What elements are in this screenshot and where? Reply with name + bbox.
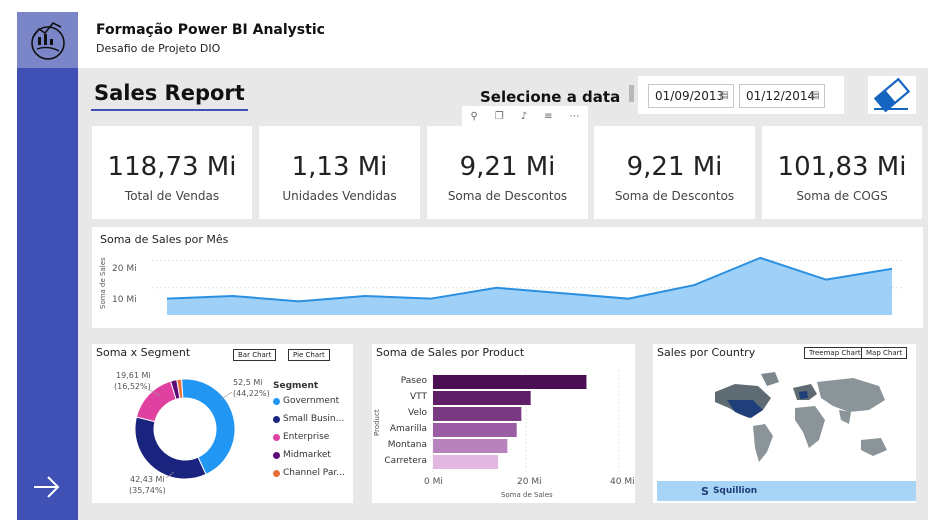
segment-panel[interactable]: Soma x Segment Bar Chart Pie Chart 19,61… bbox=[92, 344, 353, 503]
slicer-handle[interactable] bbox=[629, 85, 634, 102]
bar bbox=[433, 375, 587, 389]
data-label: (44,22%) bbox=[233, 389, 270, 398]
country-panel[interactable]: Sales por Country Treemap Chart Map Char… bbox=[653, 344, 916, 503]
end-date-input[interactable]: 01/12/2014 ▤ bbox=[739, 84, 825, 108]
calendar-icon[interactable]: ▤ bbox=[720, 90, 729, 101]
bar bbox=[433, 455, 499, 469]
bell-icon[interactable]: ♪ bbox=[521, 111, 527, 122]
bar bbox=[433, 391, 531, 405]
legend-item[interactable]: Channel Par... bbox=[273, 468, 345, 478]
kpi-label: Soma de COGS bbox=[796, 189, 888, 203]
data-label: 52,5 Mi bbox=[233, 378, 263, 387]
kpi-value: 9,21 Mi bbox=[626, 152, 723, 182]
clear-filters-button[interactable] bbox=[868, 76, 916, 114]
legend-item[interactable]: Small Busin... bbox=[273, 414, 344, 424]
kpi-label: Unidades Vendidas bbox=[282, 189, 397, 203]
x-tick: 40 Mi bbox=[610, 477, 635, 487]
x-axis-label: Soma de Sales bbox=[501, 491, 553, 499]
data-label: (16,52%) bbox=[114, 382, 151, 391]
kpi-label: Soma de Descontos bbox=[614, 189, 735, 203]
arrow-right-icon bbox=[34, 476, 60, 498]
kpi-value: 9,21 Mi bbox=[459, 152, 556, 182]
data-label: 19,61 Mi bbox=[116, 371, 151, 380]
kpi-card[interactable]: 101,83 Mi Soma de COGS bbox=[762, 126, 922, 219]
legend-title: Segment bbox=[273, 381, 319, 391]
kpi-label: Total de Vendas bbox=[124, 189, 220, 203]
kpi-value: 118,73 Mi bbox=[107, 152, 237, 182]
analytics-logo-icon bbox=[30, 21, 65, 60]
kpi-card[interactable]: 118,73 Mi Total de Vendas bbox=[92, 126, 252, 219]
bar bbox=[433, 423, 517, 437]
donut-slice bbox=[134, 416, 207, 480]
pin-icon[interactable]: ⚲ bbox=[470, 111, 477, 122]
date-slicer-label: Selecione a data bbox=[480, 88, 621, 106]
kpi-card[interactable]: 9,21 Mi Soma de Descontos bbox=[427, 126, 588, 219]
data-label: 42,43 Mi bbox=[130, 475, 165, 484]
kpi-card[interactable]: 1,13 Mi Unidades Vendidas bbox=[259, 126, 420, 219]
bar-chart bbox=[432, 370, 620, 474]
more-icon[interactable]: ⋯ bbox=[570, 111, 580, 122]
start-date-input[interactable]: 01/09/2013 ▤ bbox=[648, 84, 734, 108]
kpi-value: 101,83 Mi bbox=[777, 152, 907, 182]
product-panel[interactable]: Soma de Sales por Product Product Paseo … bbox=[372, 344, 635, 503]
map-footer-bar: S Squillion bbox=[657, 481, 916, 501]
legend-item[interactable]: Government bbox=[273, 396, 339, 406]
header-title: Formação Power BI Analystic bbox=[96, 22, 325, 38]
legend-item[interactable]: Enterprise bbox=[273, 432, 329, 442]
x-tick: 0 Mi bbox=[424, 477, 443, 487]
data-label: (35,74%) bbox=[129, 486, 166, 495]
world-map[interactable] bbox=[653, 344, 916, 503]
sales-by-month-panel[interactable]: Soma de Sales por Mês Soma de Sales 20 M… bbox=[92, 227, 923, 328]
report-title: Sales Report bbox=[94, 81, 245, 105]
date-slicer: 01/09/2013 ▤ 01/12/2014 ▤ bbox=[638, 76, 844, 114]
visual-header-toolbar: ⚲ ❐ ♪ ≡ ⋯ bbox=[462, 106, 588, 126]
x-tick: 20 Mi bbox=[517, 477, 542, 487]
title-underline bbox=[91, 109, 248, 111]
squillion-logo-icon: S bbox=[701, 484, 709, 498]
legend-item[interactable]: Midmarket bbox=[273, 450, 331, 460]
kpi-label: Soma de Descontos bbox=[447, 189, 568, 203]
eraser-icon bbox=[873, 77, 911, 113]
bar bbox=[433, 439, 508, 453]
next-page-button[interactable] bbox=[30, 470, 64, 504]
app-logo bbox=[17, 12, 78, 68]
area-chart bbox=[152, 256, 902, 315]
brand-label: Squillion bbox=[712, 486, 758, 496]
bar bbox=[433, 407, 522, 421]
filter-icon[interactable]: ≡ bbox=[544, 111, 552, 122]
kpi-value: 1,13 Mi bbox=[291, 152, 388, 182]
end-date-value: 01/12/2014 bbox=[746, 89, 816, 103]
copy-icon[interactable]: ❐ bbox=[495, 111, 504, 122]
side-navigation bbox=[17, 68, 78, 520]
calendar-icon[interactable]: ▤ bbox=[811, 90, 820, 101]
start-date-value: 01/09/2013 bbox=[655, 89, 725, 103]
kpi-card[interactable]: 9,21 Mi Soma de Descontos bbox=[594, 126, 755, 219]
header-subtitle: Desafio de Projeto DIO bbox=[96, 42, 221, 55]
